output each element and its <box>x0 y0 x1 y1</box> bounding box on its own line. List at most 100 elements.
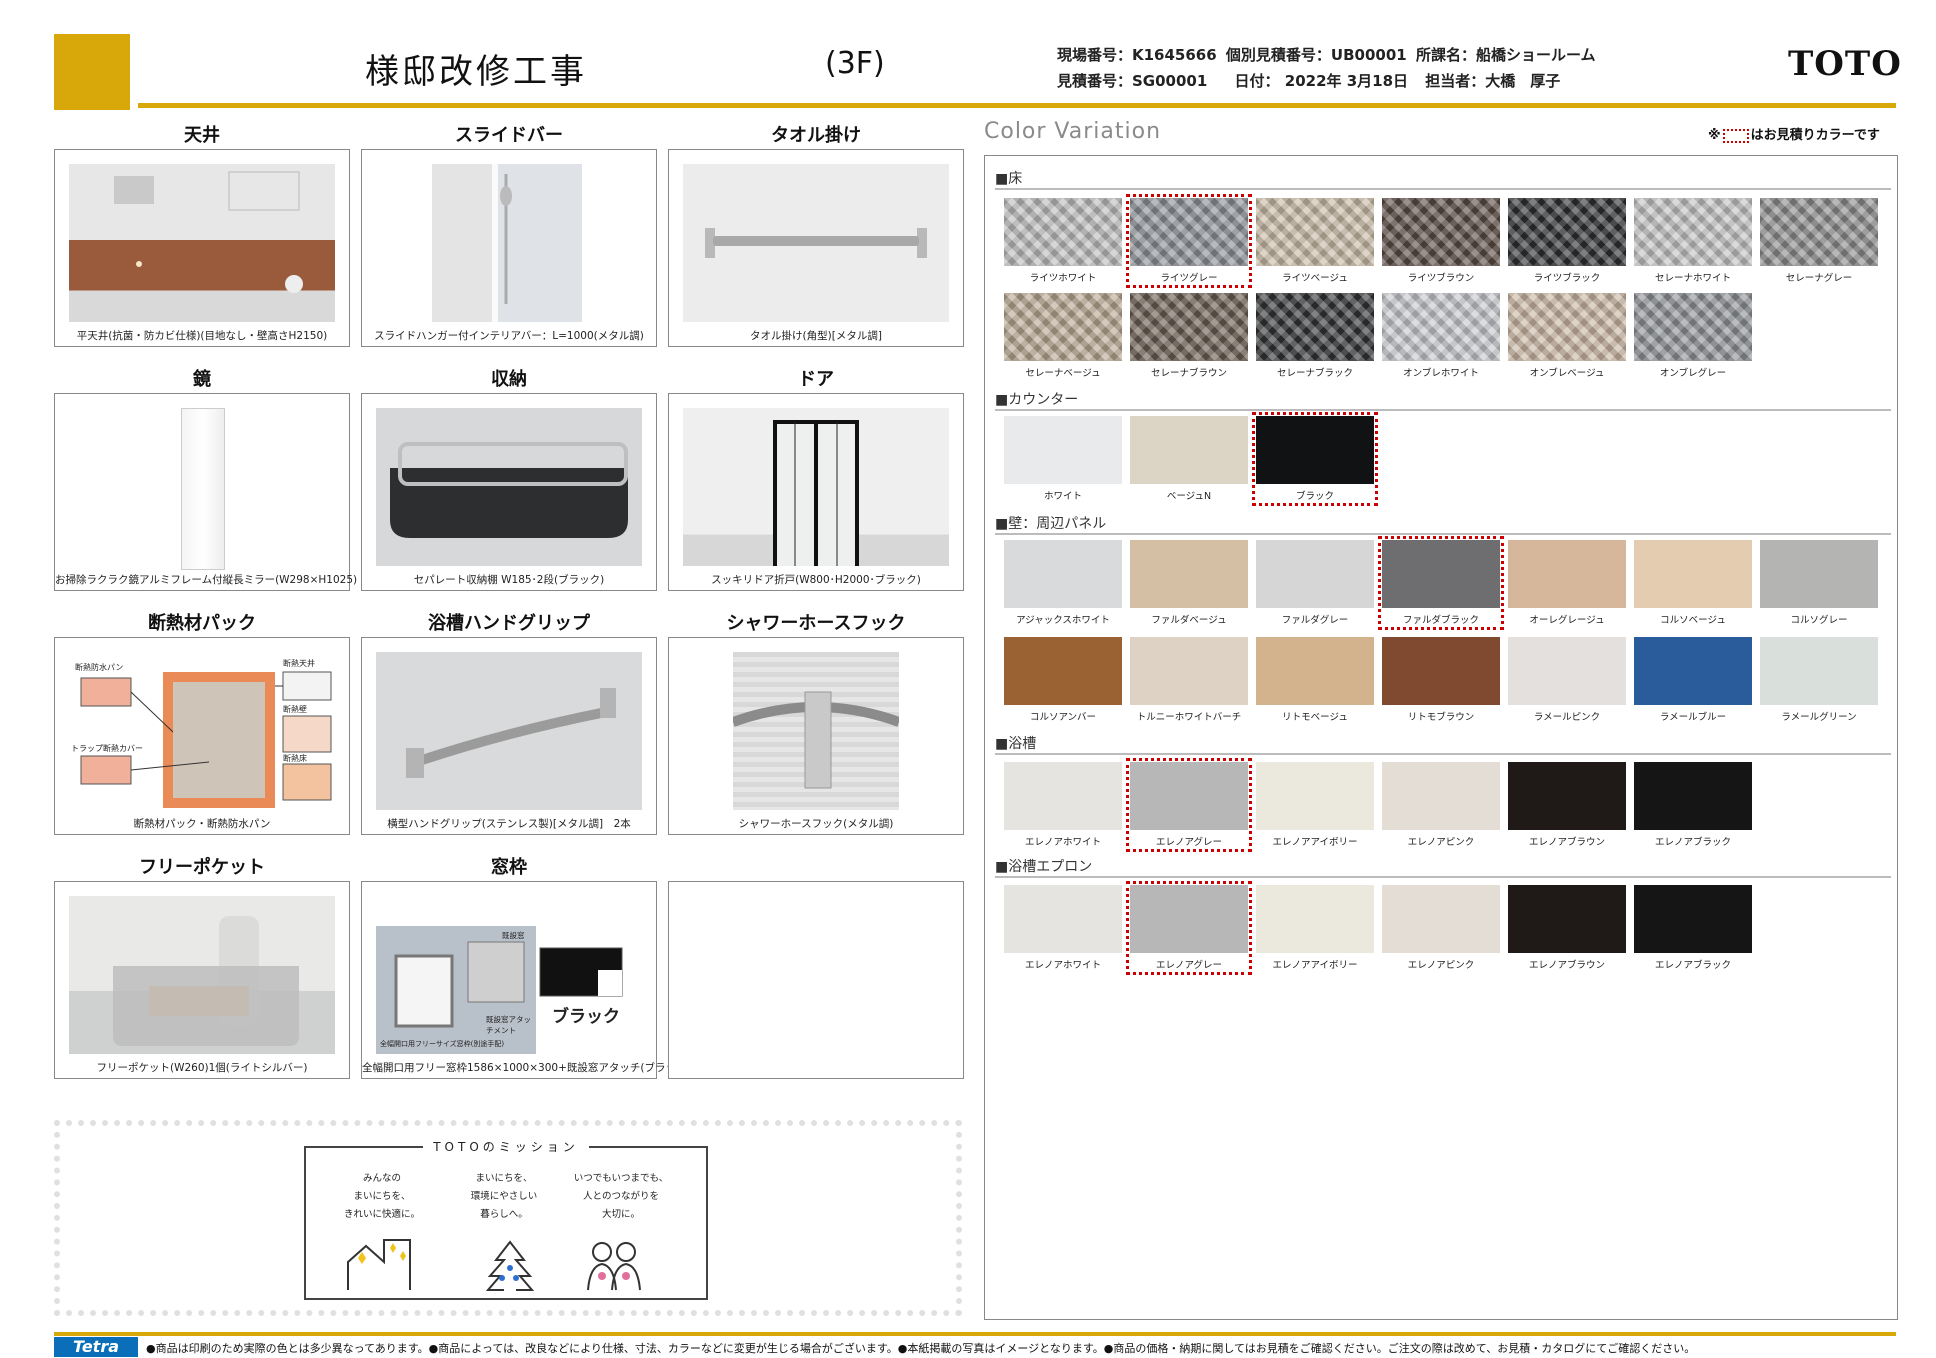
door-photo <box>683 408 949 566</box>
hose-hook-photo <box>733 652 899 810</box>
color-swatch-label: ラメールブルー <box>1659 712 1727 723</box>
color-swatch-label: ベージュN <box>1166 491 1212 502</box>
color-swatch[interactable] <box>1634 762 1752 830</box>
section-label: ■浴槽 <box>995 736 1037 752</box>
color-swatch[interactable] <box>1634 540 1752 608</box>
mission-title: TOTOのミッション <box>304 1138 708 1155</box>
product-title-slide-bar: スライドバー <box>455 125 563 146</box>
color-swatch[interactable] <box>1004 637 1122 705</box>
label-color-black: ブラック <box>552 1007 620 1027</box>
towel-rail-photo <box>683 164 949 322</box>
color-swatch-label: リトモベージュ <box>1282 712 1348 723</box>
color-swatch-label: セレーナベージュ <box>1025 368 1101 379</box>
product-card-hand-grip: 横型ハンドグリップ(ステンレス製)[メタル調] 2本 <box>361 637 657 835</box>
product-card-towel-rail: タオル掛け(角型)[メタル調] <box>668 149 964 347</box>
color-swatch[interactable] <box>1508 885 1626 953</box>
color-swatch[interactable] <box>1004 416 1122 484</box>
section-rule <box>995 533 1891 535</box>
color-swatch[interactable] <box>1508 540 1626 608</box>
section-label: ■壁：周辺パネル <box>995 516 1107 532</box>
color-swatch[interactable] <box>1130 540 1248 608</box>
color-swatch[interactable] <box>1256 637 1374 705</box>
color-swatch[interactable] <box>1760 540 1878 608</box>
selected-swatch-marker <box>1252 412 1378 506</box>
color-swatch-label: ライツブラック <box>1533 273 1601 284</box>
color-swatch-label: コルソアンバー <box>1029 712 1097 723</box>
color-swatch[interactable] <box>1760 637 1878 705</box>
page-title: 様邸改修工事 <box>365 52 587 92</box>
section-label: ■床 <box>995 171 1023 187</box>
section-rule <box>995 409 1891 411</box>
color-swatch[interactable] <box>1634 293 1752 361</box>
color-swatch[interactable] <box>1256 885 1374 953</box>
storage-photo <box>376 408 642 566</box>
color-swatch[interactable] <box>1004 540 1122 608</box>
color-swatch[interactable] <box>1634 885 1752 953</box>
selected-swatch-marker <box>1126 881 1252 975</box>
color-swatch-label: エレノアピンク <box>1407 837 1475 848</box>
color-swatch-label: アジャックスホワイト <box>1016 615 1110 626</box>
product-caption-insulation: 断熱材パック・断熱防水パン <box>133 818 271 830</box>
meta-row-1: 現場番号：K1645666 個別見積番号：UB00001 所課名：船橋ショールー… <box>1057 44 1600 65</box>
color-swatch[interactable] <box>1004 885 1122 953</box>
color-swatch[interactable] <box>1004 293 1122 361</box>
color-swatch[interactable] <box>1130 416 1248 484</box>
meta-row-2: 見積番号：SG00001 日付： 2022年 3月18日 担当者：大橋 厚子 <box>1057 70 1564 91</box>
dotted-box-icon <box>1722 128 1749 143</box>
color-swatch-label: エレノアホワイト <box>1024 837 1101 848</box>
color-swatch[interactable] <box>1382 885 1500 953</box>
insulation-diagram: 断熱防水パン 断熱天井 断熱壁 トラップ断熱カバー 断熱床 <box>69 652 335 810</box>
color-swatch[interactable] <box>1256 198 1374 266</box>
product-title-ceiling: 天井 <box>184 125 220 146</box>
product-caption-hand-grip: 横型ハンドグリップ(ステンレス製)[メタル調] 2本 <box>387 818 631 830</box>
color-swatch-label: エレノアホワイト <box>1024 960 1101 971</box>
color-swatch[interactable] <box>1634 637 1752 705</box>
floor-label: (3F) <box>825 46 885 81</box>
color-swatch[interactable] <box>1634 198 1752 266</box>
product-card-ceiling: 平天井(抗菌・防カビ仕様)(目地なし・壁高さH2150) <box>54 149 350 347</box>
free-pocket-photo <box>69 896 335 1054</box>
window-frame-diagram: 既設窓 既設窓アタッチメント 全幅開口用フリーサイズ窓枠(別途手配) ブラック <box>376 896 642 1054</box>
product-title-hand-grip: 浴槽ハンドグリップ <box>428 613 590 634</box>
label-trap-cover: トラップ断熱カバー <box>71 744 143 753</box>
logo-block <box>54 34 130 110</box>
color-swatch-label: エレノアピンク <box>1407 960 1475 971</box>
color-swatch-label: エレノアブラック <box>1654 960 1731 971</box>
product-caption-free-pocket: フリーポケット(W260)1個(ライトシルバー) <box>96 1062 308 1074</box>
color-swatch-label: コルソベージュ <box>1660 615 1726 626</box>
label-insulated-wall: 断熱壁 <box>283 705 307 714</box>
product-caption-hose-hook: シャワーホースフック(メタル調) <box>738 818 894 830</box>
person-in-charge: 担当者：大橋 厚子 <box>1425 72 1561 90</box>
color-swatch[interactable] <box>1130 293 1248 361</box>
color-swatch[interactable] <box>1256 540 1374 608</box>
estimate-id: 個別見積番号：UB00001 <box>1225 46 1407 64</box>
selected-swatch-marker <box>1126 194 1252 288</box>
color-swatch[interactable] <box>1004 762 1122 830</box>
color-swatch[interactable] <box>1382 293 1500 361</box>
brand-logo: TOTO <box>1788 44 1902 84</box>
color-swatch[interactable] <box>1382 637 1500 705</box>
tetra-logo: Tetra <box>54 1337 138 1357</box>
color-swatch[interactable] <box>1508 293 1626 361</box>
color-swatch-label: セレーナホワイト <box>1654 273 1731 284</box>
color-swatch-label: エレノアブラウン <box>1528 960 1605 971</box>
ceiling-photo <box>69 164 335 322</box>
color-swatch-label: オーレグレージュ <box>1529 615 1605 626</box>
product-card-storage: セパレート収納棚 W185･2段(ブラック) <box>361 393 657 591</box>
color-swatch[interactable] <box>1508 198 1626 266</box>
color-swatch-label: セレーナブラウン <box>1150 368 1227 379</box>
color-swatch[interactable] <box>1382 198 1500 266</box>
estimate-color-note: ※ はお見積りカラーです <box>1708 128 1880 143</box>
color-swatch[interactable] <box>1004 198 1122 266</box>
color-swatch[interactable] <box>1256 762 1374 830</box>
color-swatch[interactable] <box>1256 293 1374 361</box>
color-swatch-label: セレーナブラック <box>1276 368 1353 379</box>
mirror-photo <box>69 408 335 570</box>
color-swatch-label: ライツホワイト <box>1029 273 1097 284</box>
color-swatch-label: コルソグレー <box>1790 615 1848 626</box>
color-swatch[interactable] <box>1382 762 1500 830</box>
color-swatch[interactable] <box>1508 762 1626 830</box>
color-swatch[interactable] <box>1508 637 1626 705</box>
color-swatch[interactable] <box>1760 198 1878 266</box>
color-swatch[interactable] <box>1130 637 1248 705</box>
